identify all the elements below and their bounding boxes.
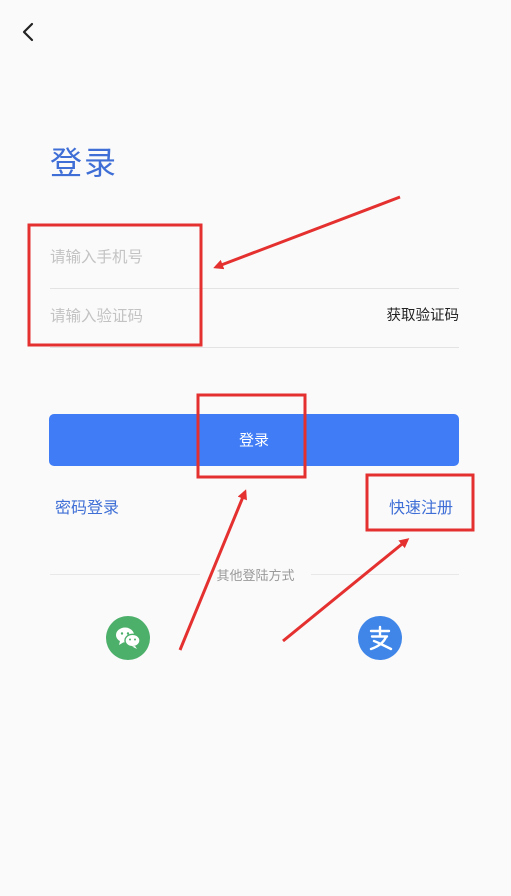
phone-input[interactable] bbox=[50, 228, 350, 286]
other-login-methods-label: 其他登陆方式 bbox=[216, 569, 295, 584]
chevron-left-icon bbox=[22, 22, 34, 42]
verification-code-input[interactable] bbox=[50, 287, 350, 345]
back-button[interactable] bbox=[14, 18, 42, 46]
alipay-icon bbox=[369, 625, 393, 651]
login-button[interactable]: 登录 bbox=[49, 414, 459, 466]
page-title: 登录 bbox=[50, 144, 119, 182]
quick-register-link[interactable]: 快速注册 bbox=[389, 494, 453, 518]
get-code-button[interactable]: 获取验证码 bbox=[387, 287, 460, 345]
password-login-link[interactable]: 密码登录 bbox=[55, 494, 119, 518]
alipay-login-button[interactable] bbox=[358, 616, 402, 660]
code-field-row: 获取验证码 bbox=[50, 287, 459, 348]
phone-field-row bbox=[50, 228, 459, 289]
wechat-login-button[interactable] bbox=[106, 616, 150, 660]
wechat-icon bbox=[116, 627, 141, 649]
